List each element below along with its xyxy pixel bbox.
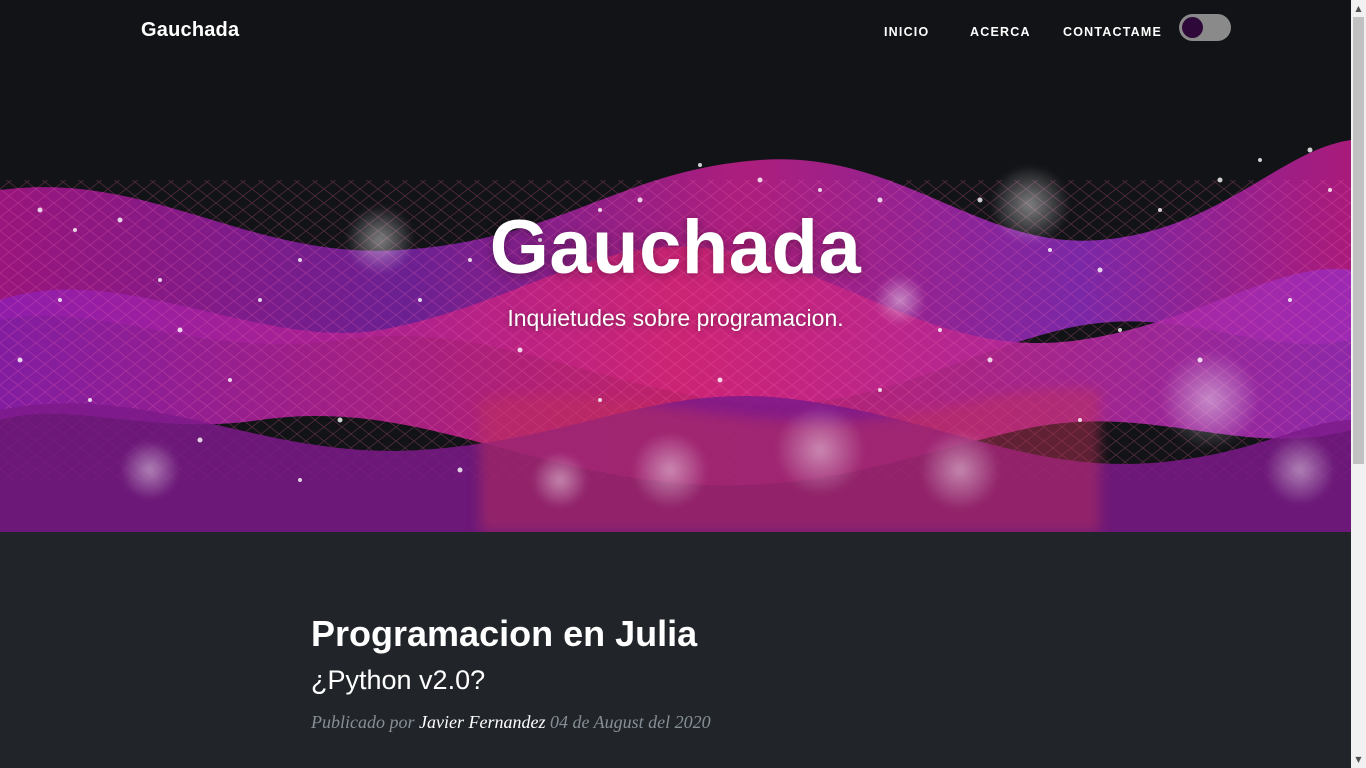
hero-subtitle: Inquietudes sobre programacion. (507, 305, 844, 331)
post-subtitle[interactable]: ¿Python v2.0? (311, 665, 485, 696)
nav-link-contactame[interactable]: CONTACTAME (1063, 25, 1162, 39)
post-author-link[interactable]: Javier Fernandez (419, 712, 545, 732)
hero-title: Gauchada (489, 205, 862, 290)
theme-toggle[interactable] (1179, 14, 1231, 41)
hero-header: Gauchada INICIO ACERCA CONTACTAME Gaucha… (0, 0, 1351, 532)
nav-link-acerca[interactable]: ACERCA (970, 25, 1031, 39)
vertical-scrollbar[interactable]: ▲ ▼ (1351, 0, 1366, 768)
post-preview: Programacion en Julia ¿Python v2.0? Publ… (0, 532, 1351, 768)
navbar: Gauchada INICIO ACERCA CONTACTAME (0, 0, 1351, 66)
post-meta-prefix: Publicado por (311, 712, 415, 732)
nav-link-inicio[interactable]: INICIO (884, 25, 929, 39)
triangle-down-icon[interactable]: ▼ (1351, 751, 1366, 768)
post-meta: Publicado por Javier Fernandez 04 de Aug… (311, 712, 711, 733)
scrollbar-thumb[interactable] (1353, 17, 1364, 464)
theme-toggle-knob (1182, 17, 1203, 38)
triangle-up-icon[interactable]: ▲ (1351, 0, 1366, 17)
page: Gauchada INICIO ACERCA CONTACTAME Gaucha… (0, 0, 1351, 768)
nav-links: INICIO ACERCA CONTACTAME (0, 25, 1351, 41)
post-title[interactable]: Programacion en Julia (311, 613, 697, 655)
post-date: 04 de August del 2020 (549, 712, 711, 732)
